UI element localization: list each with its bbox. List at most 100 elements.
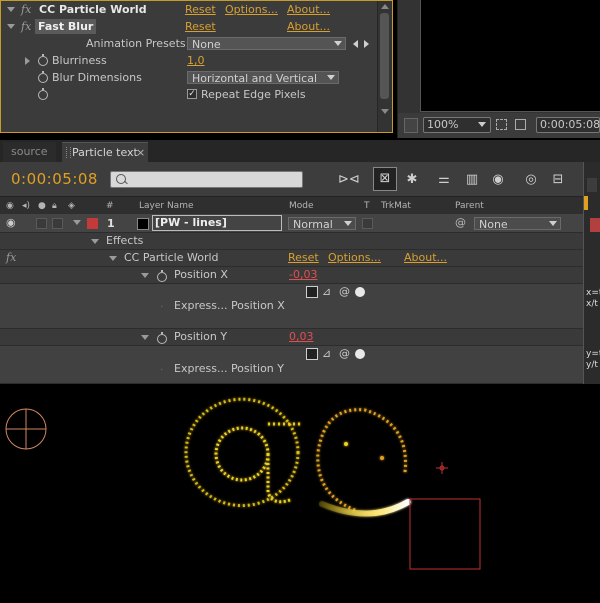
tab-particle-text[interactable]: Particle text × bbox=[62, 142, 148, 162]
motion-blur-icon[interactable]: ▥ bbox=[462, 171, 482, 188]
current-time-display[interactable]: 0:00:05:08 bbox=[11, 170, 98, 188]
close-icon[interactable]: × bbox=[136, 143, 145, 163]
comp-flowchart-icon[interactable]: ⊠ bbox=[373, 167, 397, 191]
viewer-timecode[interactable]: 0:00:05:08 bbox=[536, 117, 600, 133]
vertical-scrollbar[interactable] bbox=[377, 1, 392, 132]
options-link[interactable]: Options... bbox=[328, 251, 381, 264]
graph-icon[interactable]: ⊿ bbox=[322, 285, 331, 298]
column-mode[interactable]: Mode bbox=[289, 197, 314, 215]
draft-3d-icon[interactable]: ⊳⊲ bbox=[338, 171, 360, 188]
column-number[interactable]: # bbox=[106, 197, 114, 215]
expression-enable-icon[interactable] bbox=[306, 286, 318, 298]
label-color-swatch[interactable] bbox=[87, 218, 98, 229]
stopwatch-icon[interactable] bbox=[157, 270, 167, 282]
eye-icon[interactable]: ◉ bbox=[6, 216, 16, 229]
animation-presets-dropdown[interactable]: None bbox=[187, 37, 346, 51]
grid-icon[interactable] bbox=[515, 119, 526, 130]
anchor-point-icon[interactable] bbox=[436, 462, 448, 474]
composition-view[interactable] bbox=[0, 384, 600, 600]
column-layer-name[interactable]: Layer Name bbox=[139, 197, 194, 215]
viewer-toolbar: 100% 0:00:05:08 bbox=[398, 113, 600, 138]
stopwatch-icon[interactable] bbox=[38, 71, 48, 83]
scroll-thumb[interactable] bbox=[380, 13, 389, 99]
pick-whip-icon[interactable]: @ bbox=[339, 285, 350, 298]
video-switch-icon[interactable]: ◉ bbox=[6, 197, 14, 215]
region-of-interest-icon[interactable] bbox=[496, 119, 507, 130]
zoom-dropdown[interactable]: 100% bbox=[423, 117, 491, 133]
effect-header-cc-particle-world[interactable]: fx CC Particle World Reset Options... Ab… bbox=[1, 1, 377, 18]
fx-icon[interactable]: fx bbox=[21, 18, 31, 35]
graph-editor-icon[interactable]: ⊟ bbox=[548, 171, 568, 188]
effect-name-fast-blur[interactable]: Fast Blur bbox=[35, 19, 97, 34]
graph-icon[interactable]: ⊿ bbox=[322, 347, 331, 360]
effect-header-fast-blur[interactable]: fx Fast Blur Reset About... bbox=[1, 18, 377, 35]
about-link[interactable]: About... bbox=[404, 251, 447, 264]
frame-blending-icon[interactable]: ⚌ bbox=[434, 171, 454, 188]
previous-preset-icon[interactable] bbox=[353, 40, 358, 48]
effect-row-cc-particle-world[interactable]: fx CC Particle World Reset Options... Ab… bbox=[0, 250, 583, 267]
blur-dimensions-dropdown[interactable]: Horizontal and Vertical bbox=[187, 71, 339, 85]
lock-switch-icon[interactable]: 🔒︎ bbox=[52, 197, 57, 215]
position-x-value[interactable]: -0,03 bbox=[289, 268, 317, 281]
blend-mode-dropdown[interactable]: Normal bbox=[288, 217, 356, 231]
stopwatch-icon[interactable] bbox=[38, 54, 48, 66]
expression-enable-icon[interactable] bbox=[306, 348, 318, 360]
timeline-track-area[interactable]: x=t x/t y=t y/t bbox=[583, 162, 600, 384]
position-y-value[interactable]: 0,03 bbox=[289, 330, 314, 343]
stopwatch-icon[interactable] bbox=[38, 88, 48, 100]
shy-layers-icon[interactable]: ✱ bbox=[402, 171, 422, 188]
repeat-edge-pixels-checkbox[interactable]: ✓ bbox=[187, 89, 197, 99]
viewer-canvas[interactable] bbox=[420, 0, 600, 112]
reset-link[interactable]: Reset bbox=[185, 18, 216, 35]
collapse-triangle-icon[interactable] bbox=[109, 256, 117, 261]
effects-group-row[interactable]: Effects bbox=[0, 233, 583, 250]
audio-toggle[interactable] bbox=[36, 218, 47, 229]
collapse-triangle-icon[interactable] bbox=[7, 7, 15, 12]
expression-language-menu-icon[interactable] bbox=[355, 287, 365, 297]
reset-link[interactable]: Reset bbox=[288, 251, 319, 264]
about-link[interactable]: About... bbox=[287, 1, 330, 18]
solo-toggle[interactable] bbox=[52, 218, 63, 229]
scroll-up-icon[interactable] bbox=[381, 4, 389, 9]
options-link[interactable]: Options... bbox=[225, 1, 278, 18]
label-column-icon[interactable]: ◈ bbox=[68, 197, 75, 215]
work-area-start-marker[interactable] bbox=[584, 196, 588, 210]
tab-source[interactable]: source bbox=[3, 142, 56, 162]
brainstorm-icon[interactable]: ◉ bbox=[488, 171, 508, 188]
collapse-triangle-icon[interactable] bbox=[73, 220, 81, 225]
scroll-down-icon[interactable] bbox=[381, 109, 389, 114]
audio-switch-icon[interactable]: ◂) bbox=[22, 197, 30, 215]
collapse-triangle-icon[interactable] bbox=[141, 273, 149, 278]
layer-bounding-box[interactable] bbox=[409, 498, 481, 570]
solo-switch-icon[interactable]: ● bbox=[38, 197, 46, 215]
layer-row[interactable]: ◉ 1 [PW - lines] Normal @ None bbox=[0, 214, 583, 233]
collapse-triangle-icon[interactable] bbox=[91, 239, 99, 244]
about-link[interactable]: About... bbox=[287, 18, 330, 35]
preserve-transparency-toggle[interactable] bbox=[362, 218, 373, 229]
column-t[interactable]: T bbox=[364, 197, 370, 215]
snapshot-icon[interactable] bbox=[404, 118, 418, 133]
next-preset-icon[interactable] bbox=[364, 40, 369, 48]
layer-duration-bar[interactable] bbox=[590, 218, 600, 232]
collapse-triangle-icon[interactable] bbox=[7, 24, 15, 29]
stopwatch-icon[interactable] bbox=[157, 332, 167, 344]
fx-icon[interactable]: fx bbox=[21, 1, 31, 18]
column-parent[interactable]: Parent bbox=[455, 197, 484, 215]
column-trkmat[interactable]: TrkMat bbox=[381, 197, 411, 215]
property-row-position-x[interactable]: Position X -0,03 bbox=[0, 267, 583, 284]
property-row-position-y[interactable]: Position Y 0,03 bbox=[0, 329, 583, 346]
expression-language-menu-icon[interactable] bbox=[355, 349, 365, 359]
pick-whip-icon[interactable]: @ bbox=[455, 216, 466, 229]
blurriness-value[interactable]: 1,0 bbox=[187, 52, 205, 69]
time-ruler[interactable] bbox=[587, 178, 597, 192]
pick-whip-icon[interactable]: @ bbox=[339, 347, 350, 360]
fx-icon[interactable]: fx bbox=[6, 251, 16, 264]
auto-keyframe-icon[interactable]: ◎ bbox=[521, 171, 541, 188]
layer-search-input[interactable] bbox=[110, 171, 303, 188]
reset-link[interactable]: Reset bbox=[185, 1, 216, 18]
collapse-triangle-icon[interactable] bbox=[141, 335, 149, 340]
parent-dropdown[interactable]: None bbox=[474, 217, 561, 231]
expand-triangle-icon[interactable] bbox=[25, 57, 30, 65]
layer-name-field[interactable]: [PW - lines] bbox=[152, 215, 282, 231]
null-target-icon[interactable] bbox=[5, 408, 47, 450]
